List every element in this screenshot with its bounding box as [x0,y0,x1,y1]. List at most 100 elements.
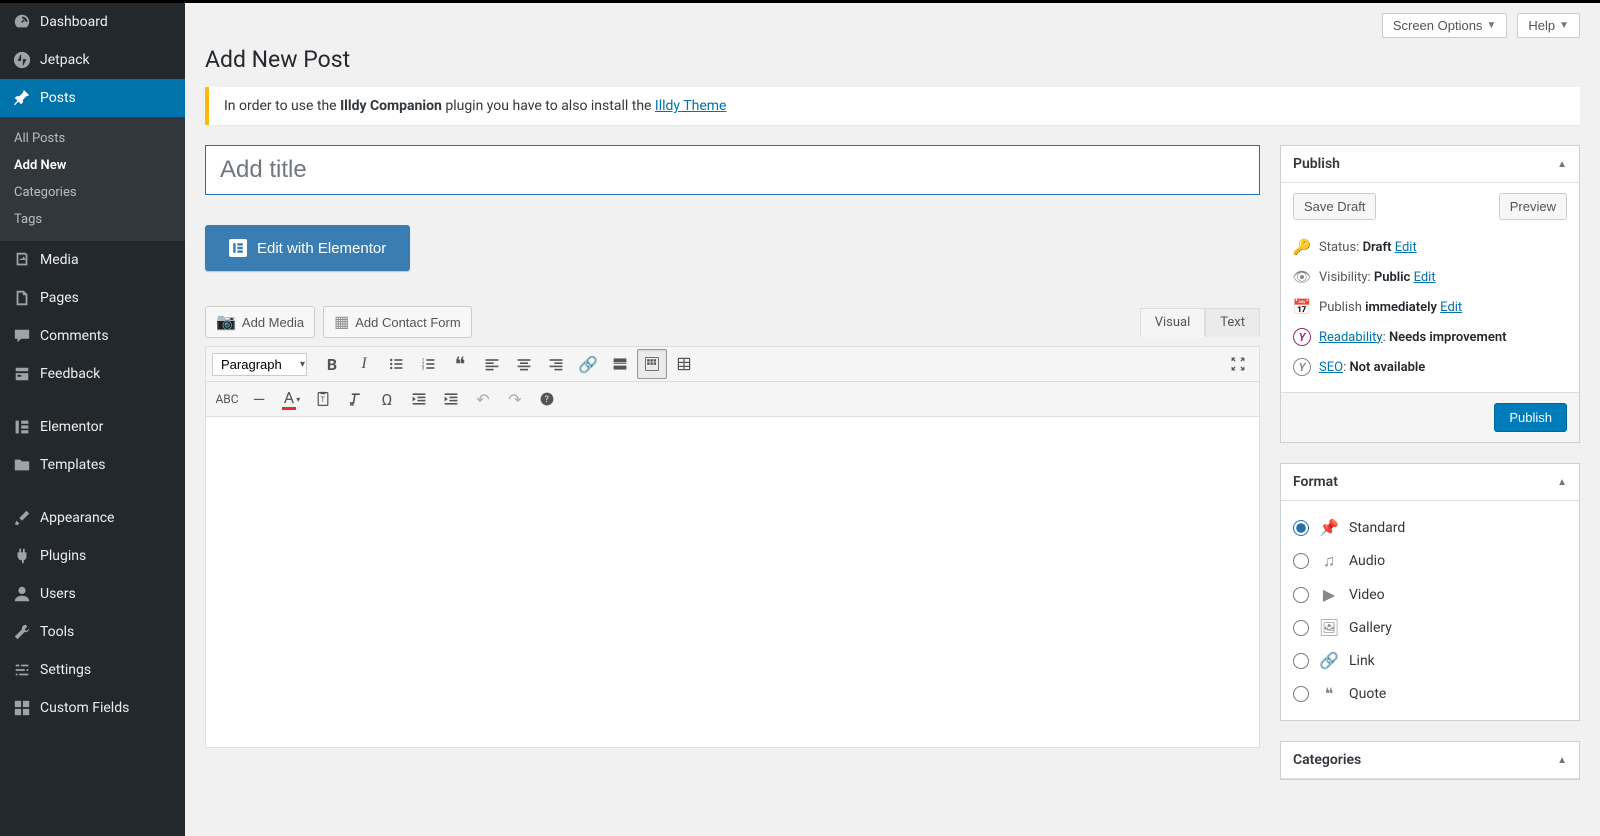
add-media-button[interactable]: 📷Add Media [205,306,315,338]
sidebar-item-tools[interactable]: Tools [0,613,185,651]
sidebar-item-feedback[interactable]: Feedback [0,355,185,393]
svg-text:3: 3 [422,366,425,372]
format-heading[interactable]: Format▲ [1281,464,1579,501]
tab-visual[interactable]: Visual [1140,308,1206,337]
editor-mode-tabs: Visual Text [1140,308,1260,337]
help-button[interactable]: Help ▼ [1517,13,1580,38]
edit-with-elementor-button[interactable]: Edit with Elementor [205,225,410,271]
undo-button[interactable]: ↶ [468,384,498,414]
notice-text: In order to use the [224,98,340,114]
sidebar-item-media[interactable]: Media [0,241,185,279]
bullet-list-button[interactable] [381,349,411,379]
indent-button[interactable] [436,384,466,414]
align-left-button[interactable] [477,349,507,379]
sidebar-item-dashboard[interactable]: Dashboard [0,3,185,41]
hr-button[interactable]: — [244,384,274,414]
publish-metabox: Publish▲ Save Draft Preview 🔑 Status: Dr… [1280,145,1580,443]
content-editor[interactable] [206,417,1259,747]
keyboard-help-button[interactable]: ? [532,384,562,414]
sidebar-label: Media [40,252,79,268]
readability-link[interactable]: Readability [1319,330,1383,345]
camera-icon: 📷 [216,312,236,332]
sidebar-label: Elementor [40,419,103,435]
sidebar-item-appearance[interactable]: Appearance [0,499,185,537]
format-radio[interactable] [1293,686,1309,702]
strikethrough-button[interactable]: ABC [212,384,242,414]
submenu-tags[interactable]: Tags [0,206,185,233]
add-contact-form-button[interactable]: ▦Add Contact Form [323,306,472,338]
format-option-standard[interactable]: 📌Standard [1293,511,1567,544]
sidebar-label: Settings [40,662,91,678]
post-title-input[interactable] [205,145,1260,195]
read-more-button[interactable] [605,349,635,379]
user-icon [12,584,32,604]
fullscreen-button[interactable] [1223,349,1253,379]
sidebar-label: Custom Fields [40,700,129,716]
toolbar-row-2: ABC — A ▾ T Ω ↶ ↷ ? [206,382,1259,417]
italic-button[interactable]: I [349,349,379,379]
publish-heading-label: Publish [1293,156,1340,172]
align-center-button[interactable] [509,349,539,379]
sidebar-label: Posts [40,90,76,106]
sidebar-item-pages[interactable]: Pages [0,279,185,317]
edit-status-link[interactable]: Edit [1395,240,1417,255]
special-character-button[interactable]: Ω [372,384,402,414]
format-label: Audio [1349,553,1385,569]
preview-button[interactable]: Preview [1499,193,1567,220]
link-icon: 🔗 [1319,651,1339,670]
edit-publish-date-link[interactable]: Edit [1440,300,1462,315]
submenu-categories[interactable]: Categories [0,179,185,206]
bold-button[interactable]: B [317,349,347,379]
format-radio[interactable] [1293,620,1309,636]
sidebar-item-plugins[interactable]: Plugins [0,537,185,575]
editor-column: Edit with Elementor 📷Add Media ▦Add Cont… [205,145,1260,748]
publish-button[interactable]: Publish [1494,403,1567,432]
submenu-all-posts[interactable]: All Posts [0,125,185,152]
screen-options-button[interactable]: Screen Options ▼ [1382,13,1508,38]
blockquote-button[interactable]: ❝ [445,349,475,379]
align-right-button[interactable] [541,349,571,379]
format-option-audio[interactable]: ♫Audio [1293,544,1567,578]
format-option-video[interactable]: ▶Video [1293,578,1567,611]
format-option-link[interactable]: 🔗Link [1293,644,1567,677]
format-radio[interactable] [1293,553,1309,569]
format-option-quote[interactable]: ❝Quote [1293,677,1567,710]
publish-date-value: immediately [1365,300,1437,315]
numbered-list-button[interactable]: 123 [413,349,443,379]
sidebar-item-posts[interactable]: Posts [0,79,185,117]
sidebar-item-settings[interactable]: Settings [0,651,185,689]
format-label: Quote [1349,686,1386,702]
sidebar-item-comments[interactable]: Comments [0,317,185,355]
seo-row: Y SEO: Not available [1293,352,1567,382]
paste-text-button[interactable]: T [308,384,338,414]
notice-link[interactable]: Illdy Theme [655,98,727,114]
sidebar-item-elementor[interactable]: Elementor [0,408,185,446]
toolbar-toggle-button[interactable] [637,349,667,379]
sidebar-item-custom-fields[interactable]: Custom Fields [0,689,185,727]
pushpin-icon: 📌 [1319,518,1339,537]
sliders-icon [12,660,32,680]
sidebar-item-users[interactable]: Users [0,575,185,613]
submenu-add-new[interactable]: Add New [0,152,185,179]
clear-formatting-button[interactable] [340,384,370,414]
sidebar-item-jetpack[interactable]: Jetpack [0,41,185,79]
text-color-button[interactable]: A ▾ [276,384,306,414]
edit-visibility-link[interactable]: Edit [1414,270,1436,285]
table-button[interactable] [669,349,699,379]
save-draft-button[interactable]: Save Draft [1293,193,1376,220]
paragraph-format-select[interactable]: Paragraph [212,353,307,376]
format-radio[interactable] [1293,653,1309,669]
format-radio[interactable] [1293,520,1309,536]
tab-text[interactable]: Text [1205,308,1260,337]
sidebar-item-templates[interactable]: Templates [0,446,185,484]
link-button[interactable]: 🔗 [573,349,603,379]
categories-heading[interactable]: Categories▲ [1281,742,1579,779]
seo-link[interactable]: SEO [1319,360,1343,375]
redo-button[interactable]: ↷ [500,384,530,414]
format-radio[interactable] [1293,587,1309,603]
publish-heading[interactable]: Publish▲ [1281,146,1579,183]
format-option-gallery[interactable]: 🖼Gallery [1293,611,1567,644]
outdent-button[interactable] [404,384,434,414]
chevron-up-icon: ▲ [1557,477,1567,488]
publish-date-row: 📅 Publish immediately Edit [1293,292,1567,322]
